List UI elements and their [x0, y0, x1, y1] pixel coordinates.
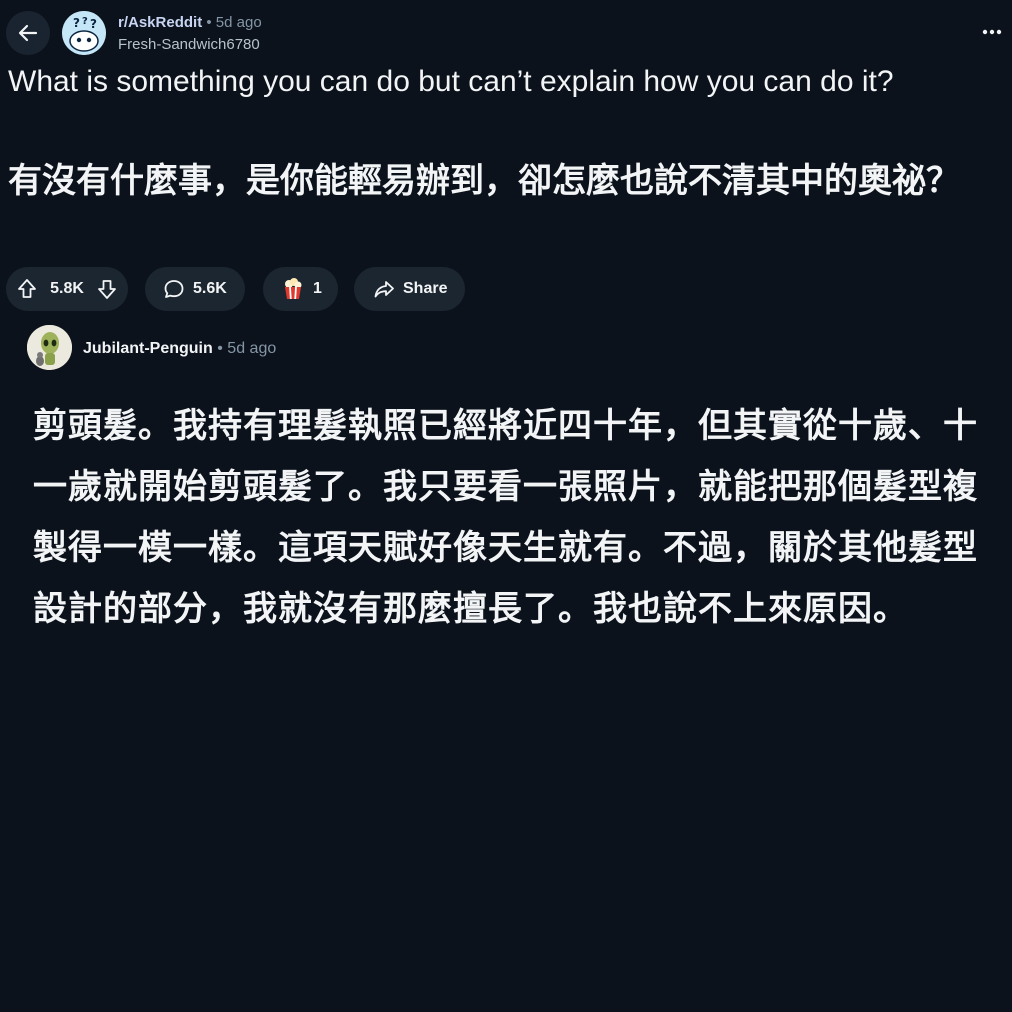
- svg-text:?: ?: [73, 16, 80, 30]
- downvote-button[interactable]: [96, 278, 118, 300]
- alien-avatar-icon: [27, 325, 72, 370]
- comment-age: 5d ago: [227, 340, 277, 357]
- upvote-arrow-icon: [18, 279, 36, 298]
- post-detail-page: ? ? ? r/AskReddit • 5d ago Fresh-Sandwic…: [0, 0, 1012, 1012]
- back-button[interactable]: [6, 11, 50, 55]
- subreddit-avatar[interactable]: ? ? ?: [62, 11, 106, 55]
- upvote-count: 5.8K: [50, 280, 84, 297]
- comment-count: 5.6K: [193, 280, 227, 297]
- award-button[interactable]: 1: [263, 267, 338, 311]
- post-author[interactable]: Fresh-Sandwich6780: [118, 35, 260, 55]
- post-age: 5d ago: [215, 14, 262, 31]
- comment-meta-separator: •: [217, 340, 223, 357]
- vote-control: 5.8K: [6, 267, 128, 311]
- post-header: ? ? ? r/AskReddit • 5d ago Fresh-Sandwic…: [0, 0, 1012, 64]
- subreddit-name[interactable]: r/AskReddit: [118, 14, 202, 31]
- askreddit-logo-icon: ? ? ?: [62, 11, 106, 55]
- more-options-button[interactable]: [980, 20, 1004, 44]
- upvote-button[interactable]: [16, 278, 38, 300]
- subreddit-meta: r/AskReddit • 5d ago: [118, 13, 262, 33]
- comment-body: 剪頭髮。我持有理髮執照已經將近四十年，但其實從十歲、十一歲就開始剪頭髮了。我只要…: [33, 407, 978, 628]
- share-label: Share: [403, 280, 448, 297]
- share-button[interactable]: Share: [354, 267, 465, 311]
- arrow-left-icon: [18, 24, 38, 42]
- comments-button[interactable]: 5.6K: [145, 267, 245, 311]
- popcorn-award-icon: [285, 278, 302, 300]
- post-title: What is something you can do but can’t e…: [8, 65, 894, 98]
- svg-text:?: ?: [82, 16, 88, 27]
- comment-meta: Jubilant-Penguin • 5d ago: [83, 338, 276, 360]
- downvote-arrow-icon: [98, 280, 116, 299]
- svg-text:?: ?: [90, 17, 97, 31]
- share-arrow-icon: [374, 281, 394, 298]
- award-count: 1: [313, 280, 322, 297]
- comment-author[interactable]: Jubilant-Penguin: [83, 340, 213, 357]
- post-title-translation: 有沒有什麼事，是你能輕易辦到，卻怎麼也說不清其中的奧祕？: [8, 162, 960, 200]
- comment-author-avatar[interactable]: [27, 325, 72, 370]
- more-horizontal-icon: [982, 29, 1002, 35]
- comment-bubble-icon: [164, 280, 184, 298]
- meta-separator: •: [206, 14, 212, 31]
